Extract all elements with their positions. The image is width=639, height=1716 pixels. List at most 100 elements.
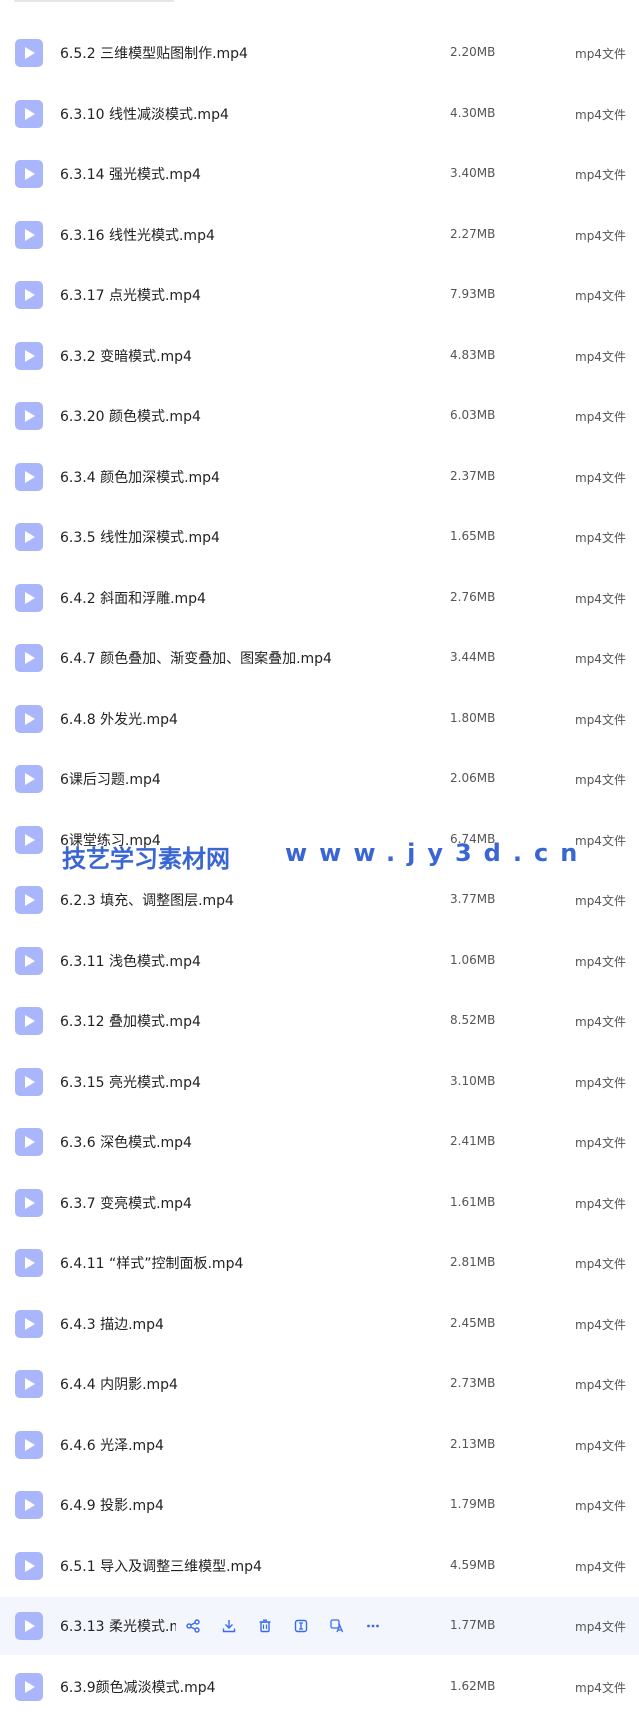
file-row[interactable]: 6.3.15 亮光模式.mp4 3.10MB mp4文件 bbox=[0, 1053, 639, 1111]
file-row[interactable]: 6.3.14 强光模式.mp4 3.40MB mp4文件 bbox=[0, 145, 639, 203]
file-type: mp4文件 bbox=[575, 410, 626, 424]
file-size: 1.65MB bbox=[450, 529, 496, 543]
file-row[interactable]: 6.3.16 线性光模式.mp4 2.27MB mp4文件 bbox=[0, 206, 639, 264]
file-name[interactable]: 6.3.17 点光模式.mp4 bbox=[60, 285, 201, 305]
file-row[interactable]: 6.4.11 “样式”控制面板.mp4 2.81MB mp4文件 bbox=[0, 1234, 639, 1292]
file-row[interactable]: 6.3.11 浅色模式.mp4 1.06MB mp4文件 bbox=[0, 932, 639, 990]
file-name[interactable]: 6.3.4 颜色加深模式.mp4 bbox=[60, 467, 220, 487]
file-type: mp4文件 bbox=[575, 1378, 626, 1392]
file-name[interactable]: 6.3.7 变亮模式.mp4 bbox=[60, 1193, 192, 1213]
file-type: mp4文件 bbox=[575, 470, 626, 485]
file-row[interactable]: 6.3.17 点光模式.mp4 7.93MB mp4文件 bbox=[0, 266, 639, 324]
file-row[interactable]: 6.3.2 变暗模式.mp4 4.83MB mp4文件 bbox=[0, 327, 639, 385]
file-name[interactable]: 6.3.5 线性加深模式.mp4 bbox=[60, 527, 220, 547]
file-type: mp4文件 bbox=[575, 1136, 626, 1150]
file-size: 6.03MB bbox=[450, 408, 496, 422]
file-row[interactable]: 6.3.6 深色模式.mp4 2.41MB mp4文件 bbox=[0, 1113, 639, 1171]
file-name[interactable]: 6.5.2 三维模型贴图制作.mp4 bbox=[60, 43, 248, 63]
file-row[interactable]: 6.3.5 线性加深模式.mp4 1.65MB mp4文件 bbox=[0, 508, 639, 566]
file-size: 2.76MB bbox=[450, 589, 496, 604]
video-file-icon bbox=[15, 402, 43, 430]
file-name[interactable]: 6.3.20 颜色模式.mp4 bbox=[60, 406, 201, 426]
file-name[interactable]: 6.4.6 光泽.mp4 bbox=[60, 1435, 164, 1455]
file-size: 1.77MB bbox=[450, 1618, 496, 1632]
file-name[interactable]: 6.3.10 线性减淡模式.mp4 bbox=[60, 104, 229, 124]
rename-icon[interactable] bbox=[289, 1616, 313, 1636]
file-name[interactable]: 6.3.11 浅色模式.mp4 bbox=[60, 951, 201, 971]
file-row[interactable]: 6.3.12 叠加模式.mp4 8.52MB mp4文件 bbox=[0, 992, 639, 1050]
file-name[interactable]: 6.4.3 描边.mp4 bbox=[60, 1314, 164, 1334]
video-file-icon bbox=[15, 1249, 43, 1277]
file-size: 2.41MB bbox=[450, 1134, 496, 1148]
file-type: mp4文件 bbox=[575, 712, 626, 727]
video-file-icon bbox=[15, 946, 43, 975]
file-row[interactable]: 6.3.13 柔光模式.mp4 1.77MB mp4文件 bbox=[0, 1597, 639, 1655]
download-icon[interactable] bbox=[217, 1616, 241, 1636]
file-size: 2.73MB bbox=[450, 1376, 496, 1390]
file-name[interactable]: 6.3.16 线性光模式.mp4 bbox=[60, 225, 215, 245]
file-row[interactable]: 6.5.1 导入及调整三维模型.mp4 4.59MB mp4文件 bbox=[0, 1537, 639, 1595]
file-name[interactable]: 6.3.15 亮光模式.mp4 bbox=[60, 1072, 201, 1092]
file-name[interactable]: 6.4.11 “样式”控制面板.mp4 bbox=[60, 1253, 243, 1273]
file-name[interactable]: 6.4.9 投影.mp4 bbox=[60, 1495, 164, 1515]
file-row[interactable]: 6.2.3 填充、调整图层.mp4 3.77MB mp4文件 bbox=[0, 871, 639, 929]
delete-icon[interactable] bbox=[253, 1616, 277, 1636]
share-icon[interactable] bbox=[181, 1616, 205, 1636]
video-file-icon bbox=[15, 281, 43, 309]
file-size: 1.79MB bbox=[450, 1497, 496, 1511]
file-name[interactable]: 6.4.7 颜色叠加、渐变叠加、图案叠加.mp4 bbox=[60, 648, 332, 668]
file-type: mp4文件 bbox=[575, 1196, 626, 1211]
file-type: mp4文件 bbox=[575, 1317, 626, 1332]
file-row[interactable]: 6.4.9 投影.mp4 1.79MB mp4文件 bbox=[0, 1476, 639, 1534]
video-file-icon bbox=[15, 99, 43, 128]
file-name[interactable]: 6.4.2 斜面和浮雕.mp4 bbox=[60, 588, 206, 608]
file-size: 2.27MB bbox=[450, 226, 496, 241]
file-name[interactable]: 6.3.14 强光模式.mp4 bbox=[60, 164, 201, 184]
file-size: 3.10MB bbox=[450, 1073, 496, 1088]
file-name[interactable]: 6.3.12 叠加模式.mp4 bbox=[60, 1011, 201, 1031]
file-name[interactable]: 6.3.6 深色模式.mp4 bbox=[60, 1132, 192, 1152]
file-name[interactable]: 6.3.9颜色减淡模式.mp4 bbox=[60, 1677, 216, 1697]
file-size: 4.30MB bbox=[450, 105, 496, 120]
video-file-icon bbox=[15, 765, 43, 793]
file-name[interactable]: 6.3.13 柔光模式.mp4 bbox=[60, 1616, 176, 1636]
file-row[interactable]: 6.3.7 变亮模式.mp4 1.61MB mp4文件 bbox=[0, 1174, 639, 1232]
file-row[interactable]: 6.4.7 颜色叠加、渐变叠加、图案叠加.mp4 3.44MB mp4文件 bbox=[0, 629, 639, 687]
file-size: 2.45MB bbox=[450, 1315, 496, 1330]
file-name[interactable]: 6.2.3 填充、调整图层.mp4 bbox=[60, 890, 234, 910]
file-row[interactable]: 6.4.2 斜面和浮雕.mp4 2.76MB mp4文件 bbox=[0, 569, 639, 627]
file-row[interactable]: 6.4.8 外发光.mp4 1.80MB mp4文件 bbox=[0, 690, 639, 748]
file-row[interactable]: 6.3.20 颜色模式.mp4 6.03MB mp4文件 bbox=[0, 387, 639, 445]
file-row[interactable]: 6.4.3 描边.mp4 2.45MB mp4文件 bbox=[0, 1295, 639, 1353]
video-file-icon bbox=[15, 1430, 43, 1459]
video-file-icon bbox=[15, 1007, 43, 1035]
video-file-icon bbox=[15, 1612, 43, 1640]
video-file-icon bbox=[15, 1128, 43, 1156]
file-row[interactable]: 6.5.2 三维模型贴图制作.mp4 2.20MB mp4文件 bbox=[0, 24, 639, 82]
file-row[interactable]: 6.3.4 颜色加深模式.mp4 2.37MB mp4文件 bbox=[0, 448, 639, 506]
file-size: 2.20MB bbox=[450, 45, 496, 59]
watermark-text: 技艺学习素材网 bbox=[62, 845, 230, 873]
video-file-icon bbox=[15, 1309, 43, 1338]
file-size: 2.81MB bbox=[450, 1255, 496, 1269]
file-row[interactable]: 6.4.6 光泽.mp4 2.13MB mp4文件 bbox=[0, 1416, 639, 1474]
file-row[interactable]: 6.3.9颜色减淡模式.mp4 1.62MB mp4文件 bbox=[0, 1658, 639, 1716]
translate-icon[interactable] bbox=[325, 1616, 349, 1636]
file-name[interactable]: 6课后习题.mp4 bbox=[60, 769, 161, 789]
file-name[interactable]: 6.4.4 内阴影.mp4 bbox=[60, 1374, 178, 1394]
file-type: mp4文件 bbox=[575, 1620, 626, 1634]
file-size: 2.13MB bbox=[450, 1436, 496, 1451]
file-row[interactable]: 6课后习题.mp4 2.06MB mp4文件 bbox=[0, 750, 639, 808]
file-type: mp4文件 bbox=[575, 1438, 626, 1453]
video-file-icon bbox=[15, 39, 43, 67]
file-size: 1.62MB bbox=[450, 1678, 496, 1693]
more-icon[interactable] bbox=[361, 1616, 385, 1636]
video-file-icon bbox=[15, 1188, 43, 1217]
file-type: mp4文件 bbox=[575, 591, 626, 606]
file-name[interactable]: 6.3.2 变暗模式.mp4 bbox=[60, 346, 192, 366]
file-name[interactable]: 6.4.8 外发光.mp4 bbox=[60, 709, 178, 729]
file-row[interactable]: 6.3.10 线性减淡模式.mp4 4.30MB mp4文件 bbox=[0, 85, 639, 143]
file-row[interactable]: 6.4.4 内阴影.mp4 2.73MB mp4文件 bbox=[0, 1355, 639, 1413]
file-type: mp4文件 bbox=[575, 531, 626, 545]
file-name[interactable]: 6.5.1 导入及调整三维模型.mp4 bbox=[60, 1556, 262, 1576]
